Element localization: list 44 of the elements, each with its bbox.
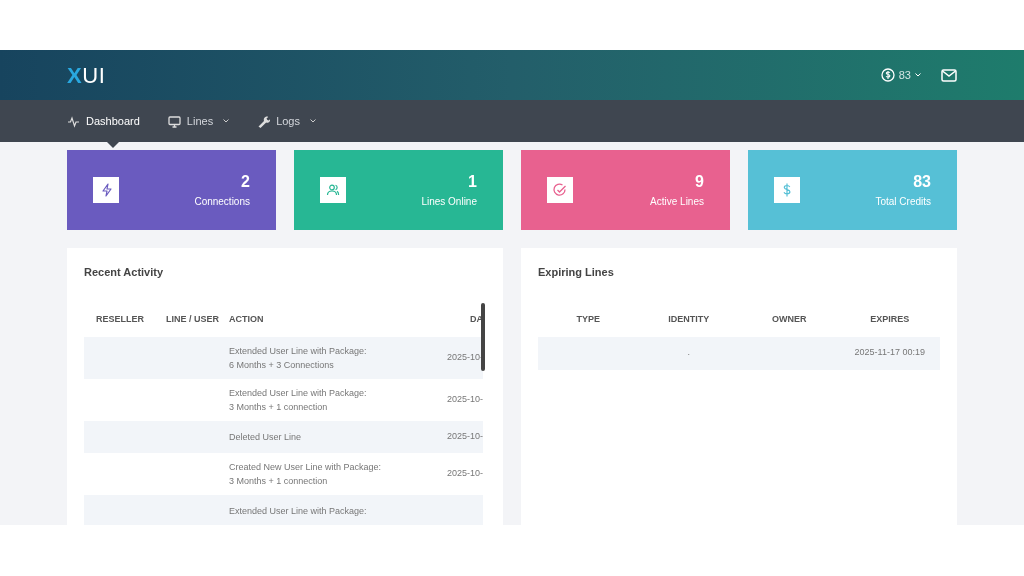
stat-value: 9 (695, 171, 704, 192)
logo[interactable]: XUI (67, 58, 106, 92)
panel-title: Recent Activity (84, 265, 165, 280)
table-cell-text: 2025-10- (445, 429, 483, 443)
column-header: LINE / USER (165, 312, 220, 326)
dollar-coin-icon (880, 68, 895, 82)
column-header: OWNER (771, 312, 808, 326)
stat-label: Lines Online (421, 194, 477, 209)
table-cell-text: 2025-10- (445, 466, 483, 480)
panel-title: Expiring Lines (538, 265, 615, 280)
stat-label: Connections (194, 194, 250, 209)
nav-item[interactable]: Dashboard (67, 100, 140, 142)
action-text: Extended User Line with Package: 3 Months + 1 connection (229, 386, 368, 414)
column-header: RESELLER (95, 312, 145, 326)
stat-value: 1 (468, 171, 477, 192)
stat-label: Total Credits (875, 194, 931, 209)
mail-icon[interactable] (941, 68, 957, 82)
column-header: ACTION (229, 312, 265, 326)
action-text: Extended User Line with Package: 6 Months + 3 Connections (229, 344, 368, 372)
nav-item[interactable]: Lines (167, 100, 230, 142)
action-text: Created New User Line with Package: 3 Months + 1 connection (229, 460, 383, 488)
monitor-icon (167, 114, 181, 128)
stat-label: Active Lines (650, 194, 704, 209)
caret-icon (310, 119, 316, 123)
users-icon (325, 182, 341, 198)
action-text: Deleted User Line (229, 430, 303, 444)
action-text: Extended User Line with Package: (229, 504, 368, 518)
pulse-icon (67, 114, 80, 128)
nav-item[interactable]: Logs (257, 100, 316, 142)
caret-icon (223, 119, 230, 123)
caret-icon (915, 73, 921, 77)
column-header: EXPIRES (869, 312, 911, 326)
table-cell-text: 2025-10- (445, 392, 483, 406)
stat-value: 83 (913, 171, 931, 192)
column-header: IDENTITY (667, 312, 711, 326)
table-cell-text: . (686, 346, 691, 360)
credits-dropdown[interactable]: 83 (880, 66, 921, 84)
check-circle-icon (552, 182, 568, 198)
table-cell-text: 2025-11-17 00:19 (853, 346, 926, 360)
wrench-icon (257, 114, 271, 128)
scrollbar[interactable] (481, 303, 485, 371)
table-cell-text: 2025-10- (445, 350, 483, 364)
stat-value: 2 (241, 171, 250, 192)
column-header: TYPE (575, 312, 601, 326)
